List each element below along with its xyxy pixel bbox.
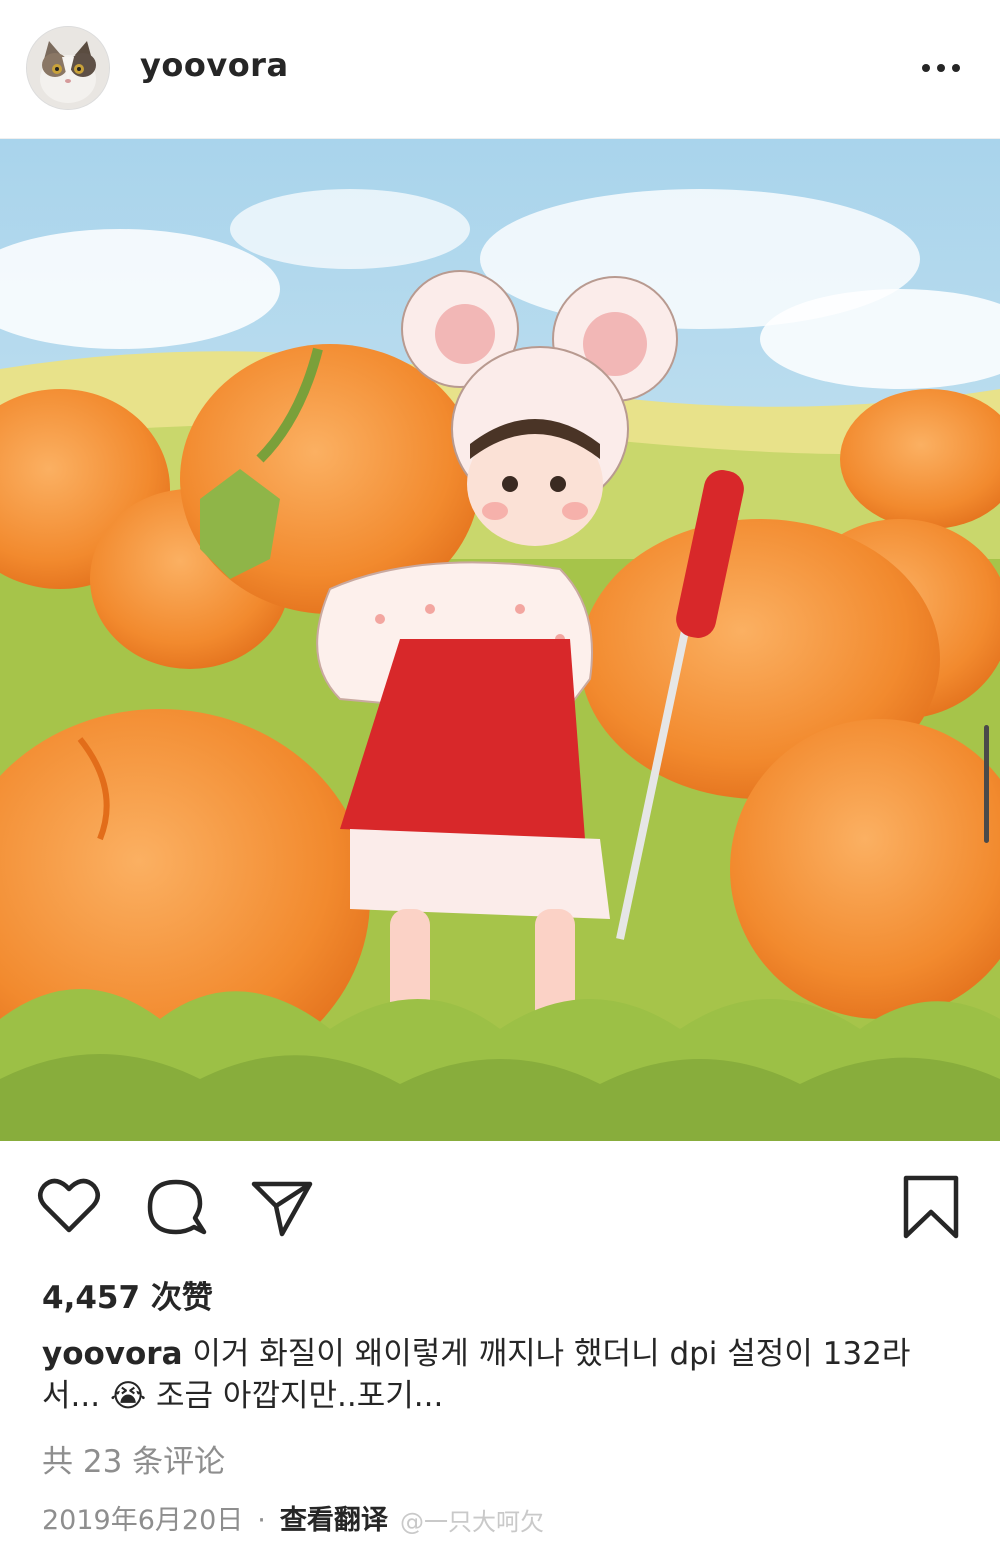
username[interactable]: yoovora [140,46,289,84]
send-icon[interactable] [248,1174,314,1240]
separator-dot: · [257,1505,266,1536]
avatar[interactable] [26,26,110,110]
bookmark-icon[interactable] [898,1174,964,1240]
post-image[interactable] [0,139,1000,1141]
cat-avatar-image [27,27,109,109]
heart-icon[interactable] [36,1174,102,1240]
more-icon[interactable] [916,50,966,86]
illustration-pumpkin-girl [0,139,1000,1141]
caption: yoovora 이거 화질이 왜이렇게 깨지나 했더니 dpi 설정이 132라… [42,1333,962,1417]
scrollbar[interactable] [984,725,989,843]
post-meta: 2019年6月20日 · 查看翻译 [42,1498,388,1537]
like-count[interactable]: 4,457 次赞 [42,1272,213,1317]
crying-emoji: 😭 [109,1378,147,1414]
caption-text-2: 조금 아깝지만..포기... [146,1378,444,1414]
translate-link[interactable]: 查看翻译 [280,1505,388,1536]
post-date: 2019年6月20日 [42,1505,244,1536]
comment-icon[interactable] [142,1174,208,1240]
view-comments-link[interactable]: 共 23 条评论 [42,1436,225,1481]
action-bar [0,1160,1000,1250]
post-header: yoovora [0,0,1000,139]
caption-username[interactable]: yoovora [42,1336,183,1372]
watermark: @一只大呵欠 [400,1508,544,1536]
